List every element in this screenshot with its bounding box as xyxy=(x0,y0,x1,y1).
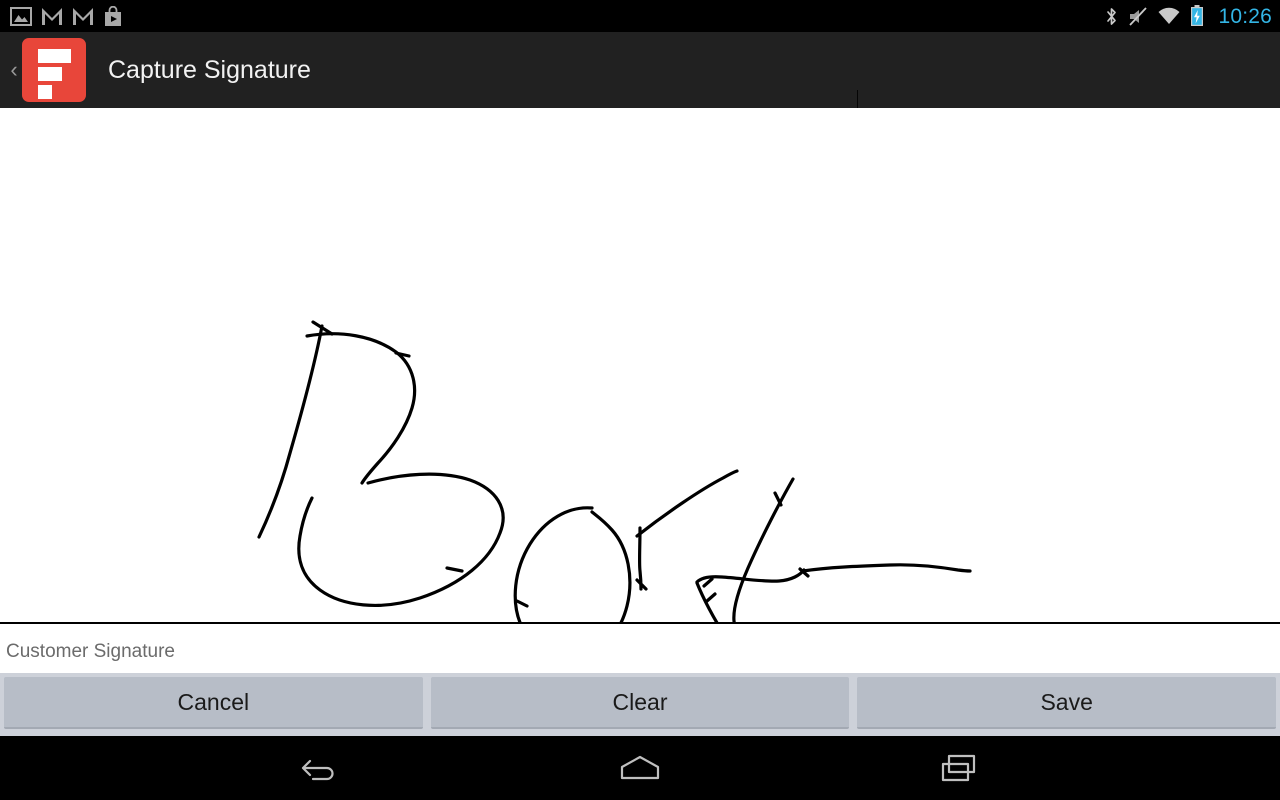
logo-bar-bottom xyxy=(38,85,52,99)
gmail-icon-2 xyxy=(73,7,93,25)
cancel-button[interactable]: Cancel xyxy=(4,677,423,729)
status-clock: 10:26 xyxy=(1218,4,1272,28)
gmail-icon xyxy=(42,7,62,25)
save-button-label: Save xyxy=(1040,688,1093,715)
nav-back-icon xyxy=(301,759,334,781)
wifi-icon xyxy=(1158,7,1180,24)
nav-home-button[interactable] xyxy=(534,736,747,800)
action-button-bar: Cancel Clear Save xyxy=(0,673,1280,736)
action-bar: ‹ Capture Signature xyxy=(0,32,1280,108)
save-button[interactable]: Save xyxy=(857,677,1277,729)
app-logo-icon[interactable] xyxy=(22,38,86,102)
signature-canvas[interactable] xyxy=(0,108,1280,623)
logo-bar-middle xyxy=(38,67,62,81)
volume-muted-icon xyxy=(1129,6,1148,26)
system-status-icons: 10:26 xyxy=(1104,5,1272,27)
page-title: Capture Signature xyxy=(108,55,311,84)
signature-baseline xyxy=(0,622,1280,624)
nav-recents-icon xyxy=(941,754,976,782)
logo-bar-top xyxy=(38,49,71,63)
clear-button-label: Clear xyxy=(612,688,668,715)
notification-icons xyxy=(10,5,1104,27)
play-store-icon xyxy=(105,5,121,26)
action-bar-divider xyxy=(857,90,858,108)
nav-home-icon xyxy=(620,755,660,780)
cancel-button-label: Cancel xyxy=(177,688,250,715)
nav-back-button[interactable] xyxy=(214,736,427,800)
gallery-image-icon xyxy=(10,6,32,26)
status-bar: 10:26 xyxy=(0,0,1280,32)
signature-ink-strokes xyxy=(257,320,972,623)
system-navigation-bar xyxy=(0,736,1280,800)
clear-button[interactable]: Clear xyxy=(430,677,850,729)
android-screen: 10:26 ‹ Capture Signature Customer Signa… xyxy=(0,0,1280,800)
nav-spacer-right xyxy=(747,736,854,800)
back-chevron-icon[interactable]: ‹ xyxy=(4,59,24,81)
battery-charging-icon xyxy=(1191,5,1204,26)
bluetooth-icon xyxy=(1107,7,1117,25)
signature-field-label: Customer Signature xyxy=(6,641,175,662)
nav-recents-button[interactable] xyxy=(854,736,1067,800)
nav-spacer-left xyxy=(427,736,534,800)
